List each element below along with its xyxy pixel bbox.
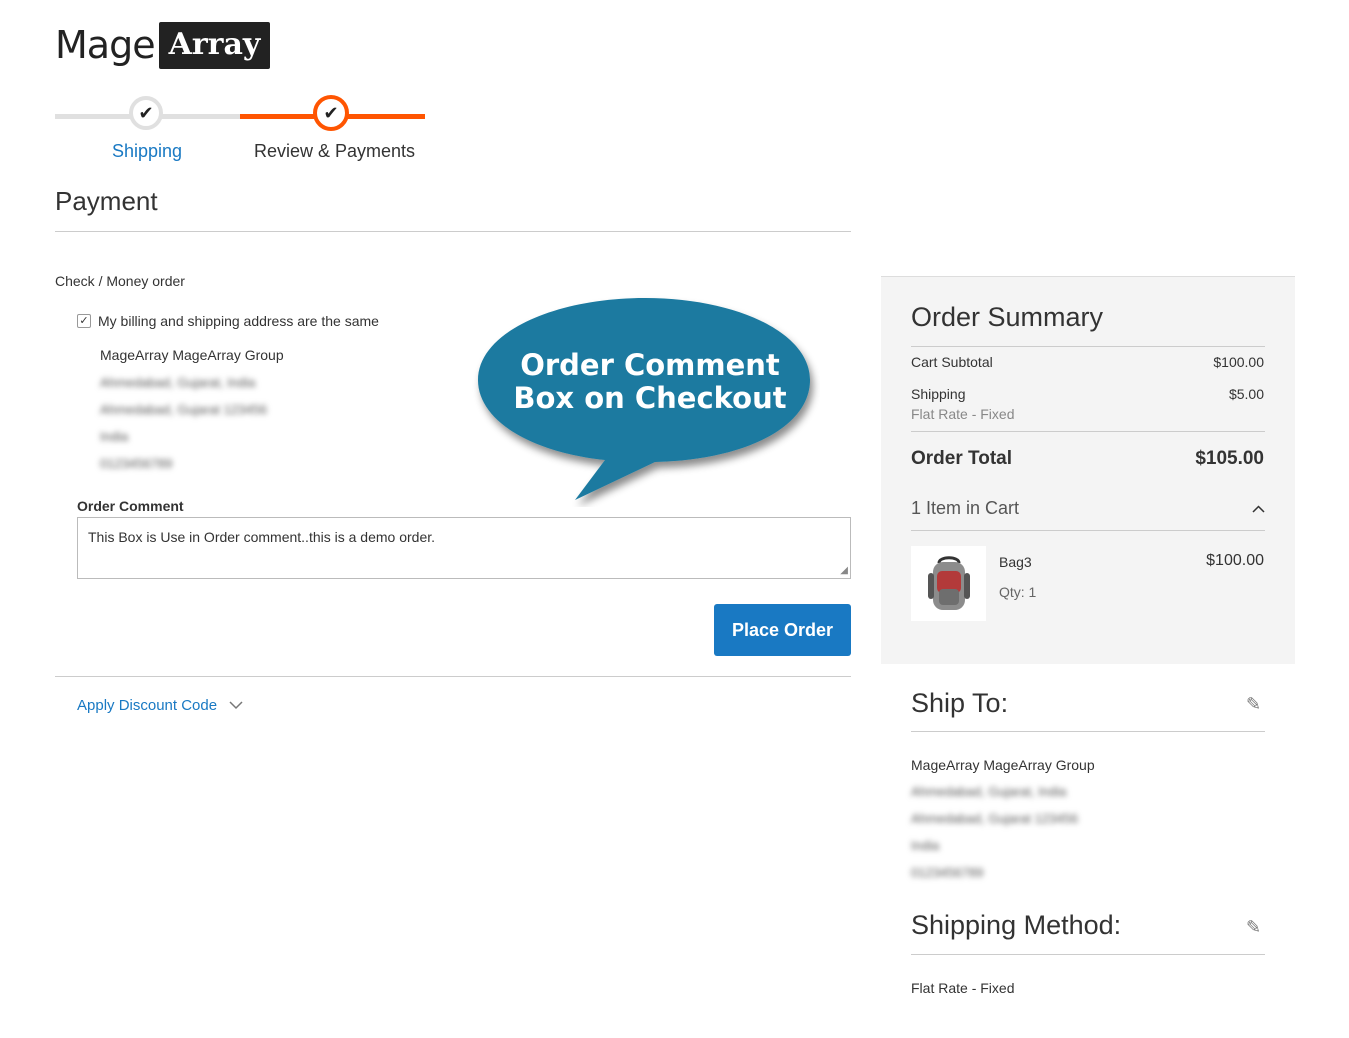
divider <box>55 231 851 232</box>
logo-text-mage: Mage <box>55 23 156 67</box>
shipping-method-value: Flat Rate - Fixed <box>911 980 1015 996</box>
payment-method-label: Check / Money order <box>55 273 185 289</box>
order-total-value: $105.00 <box>1195 448 1264 469</box>
cart-subtotal-label: Cart Subtotal <box>911 354 993 370</box>
step-review-check-icon: ✔ <box>313 95 349 131</box>
divider <box>911 954 1265 955</box>
logo[interactable]: Mage Array <box>55 22 271 69</box>
callout-text: Order Comment Box on Checkout <box>496 349 804 415</box>
ship-to-line: 0123456789 <box>911 865 984 880</box>
cart-subtotal-value: $100.00 <box>1213 354 1264 370</box>
divider <box>911 530 1265 531</box>
payment-title: Payment <box>55 186 158 216</box>
callout-line-1: Order Comment <box>520 348 780 382</box>
order-summary-title: Order Summary <box>911 302 1104 332</box>
edit-shipping-method-pencil-icon[interactable]: ✎ <box>1246 917 1261 938</box>
divider <box>55 676 851 677</box>
edit-ship-to-pencil-icon[interactable]: ✎ <box>1246 694 1261 715</box>
chevron-down-icon <box>229 701 243 710</box>
divider <box>911 731 1265 732</box>
billing-address-line: India <box>100 429 129 444</box>
product-thumbnail <box>911 546 986 621</box>
resize-handle-icon[interactable]: ◢ <box>840 565 848 576</box>
order-comment-label: Order Comment <box>77 498 184 514</box>
place-order-button[interactable]: Place Order <box>714 604 851 656</box>
ship-to-line: Ahmedabad, Gujarat, India <box>911 784 1067 799</box>
shipping-method-title: Shipping Method: <box>911 910 1122 940</box>
chevron-up-icon[interactable] <box>1252 505 1265 513</box>
ship-to-name: MageArray MageArray Group <box>911 757 1095 773</box>
apply-discount-toggle[interactable]: Apply Discount Code <box>77 697 243 714</box>
billing-address-name: MageArray MageArray Group <box>100 347 284 363</box>
billing-address-line: 0123456789 <box>100 456 173 471</box>
item-price: $100.00 <box>1206 552 1264 569</box>
step-shipping-link[interactable]: Shipping <box>112 141 182 162</box>
ship-to-line: India <box>911 838 940 853</box>
backpack-icon <box>927 555 970 610</box>
order-comment-textarea[interactable]: This Box is Use in Order comment..this i… <box>77 517 851 579</box>
shipping-value: $5.00 <box>1228 386 1264 402</box>
order-comment-value: This Box is Use in Order comment..this i… <box>88 529 436 545</box>
item-qty: Qty: 1 <box>999 584 1037 600</box>
step-review-label: Review & Payments <box>254 141 416 161</box>
ship-to-title: Ship To: <box>911 688 1009 718</box>
shipping-method-sub: Flat Rate - Fixed <box>911 406 1015 422</box>
billing-address-line: Ahmedabad, Gujarat 123456 <box>100 402 267 417</box>
same-address-checkbox[interactable]: ✓ <box>77 314 91 328</box>
item-name: Bag3 <box>999 554 1032 570</box>
items-in-cart-toggle[interactable]: 1 Item in Cart <box>911 498 1019 519</box>
shipping-label: Shipping <box>911 386 966 402</box>
step-shipping-check-icon: ✔ <box>129 96 163 130</box>
divider <box>911 431 1265 432</box>
billing-address-line: Ahmedabad, Gujarat, India <box>100 375 256 390</box>
callout-line-2: Box on Checkout <box>513 381 787 415</box>
logo-text-array: Array <box>158 22 271 69</box>
ship-to-line: Ahmedabad, Gujarat 123456 <box>911 811 1078 826</box>
order-total-label: Order Total <box>911 448 1012 469</box>
apply-discount-label: Apply Discount Code <box>77 697 218 714</box>
divider <box>911 346 1265 347</box>
same-address-label[interactable]: My billing and shipping address are the … <box>98 313 379 329</box>
